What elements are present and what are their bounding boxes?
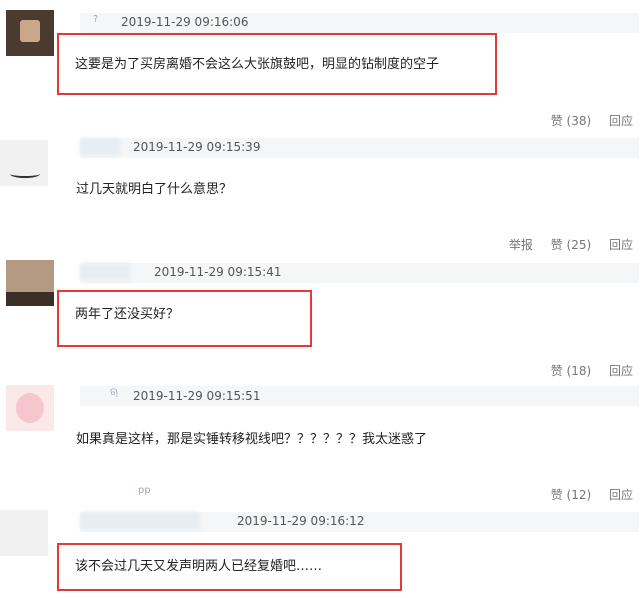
like-button[interactable]: 赞 (38) <box>551 114 591 128</box>
avatar[interactable] <box>6 260 54 306</box>
username-fragment: pp <box>138 485 151 496</box>
username-fragment: ଋ <box>110 387 119 398</box>
reply-button[interactable]: 回应 <box>609 114 633 128</box>
reply-button[interactable]: 回应 <box>609 488 633 502</box>
avatar[interactable] <box>6 10 54 56</box>
reply-button[interactable]: 回应 <box>609 238 633 252</box>
comment-actions: 赞 (38) 回应 <box>537 112 633 129</box>
comment-text: 该不会过几天又发声明两人已经复婚吧…… <box>75 559 323 574</box>
timestamp: 2019-11-29 09:15:41 <box>154 265 282 279</box>
username-blurred <box>80 263 130 281</box>
avatar[interactable] <box>0 510 48 556</box>
like-button[interactable]: 赞 (12) <box>551 488 591 502</box>
timestamp: 2019-11-29 09:16:12 <box>237 514 365 528</box>
comment-text: 如果真是这样，那是实锤转移视线吧？？？？？？我太迷惑了 <box>76 432 428 447</box>
like-button[interactable]: 赞 (18) <box>551 364 591 378</box>
reply-button[interactable]: 回应 <box>609 364 633 378</box>
avatar[interactable] <box>6 385 54 431</box>
username-blurred <box>80 512 200 530</box>
username-fragment: ? <box>93 14 99 25</box>
like-button[interactable]: 赞 (25) <box>551 238 591 252</box>
comment-text: 这要是为了买房离婚不会这么大张旗鼓吧，明显的钻制度的空子 <box>75 57 440 72</box>
comment-text: 两年了还没买好？ <box>75 307 180 322</box>
username-blurred <box>80 138 120 156</box>
timestamp: 2019-11-29 09:16:06 <box>121 15 249 29</box>
timestamp: 2019-11-29 09:15:39 <box>133 140 261 154</box>
comment-actions: 赞 (12) 回应 <box>537 486 633 503</box>
comment-actions: 赞 (18) 回应 <box>537 362 633 379</box>
comment-text: 过几天就明白了什么意思？ <box>76 182 233 197</box>
report-button[interactable]: 举报 <box>509 238 533 252</box>
avatar[interactable] <box>0 140 48 186</box>
comment-actions: 举报 赞 (25) 回应 <box>495 236 633 253</box>
timestamp: 2019-11-29 09:15:51 <box>133 389 261 403</box>
